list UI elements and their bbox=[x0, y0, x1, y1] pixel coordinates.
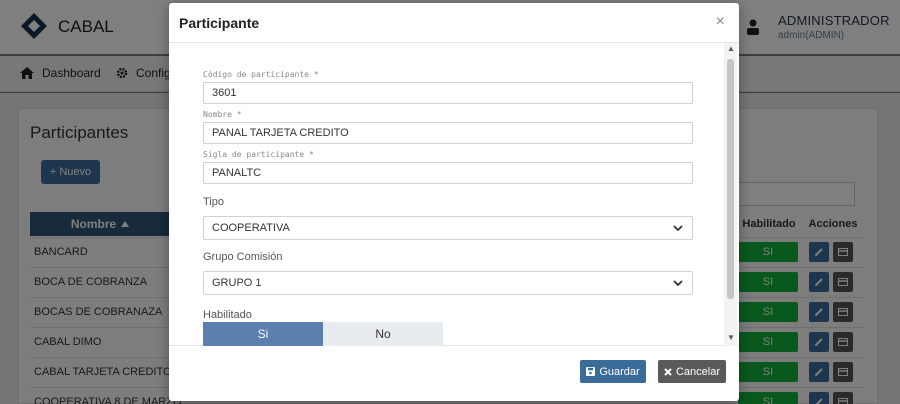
save-button-label: Guardar bbox=[599, 365, 640, 378]
cancel-button-label: Cancelar bbox=[675, 365, 721, 378]
close-icon bbox=[664, 367, 672, 376]
participant-modal: Participante × ▲ ▼ Código de participant… bbox=[169, 3, 739, 401]
sigla-label: Sigla de participante * bbox=[203, 150, 314, 159]
floppy-disk-icon bbox=[586, 367, 596, 376]
close-icon[interactable]: × bbox=[716, 13, 725, 31]
grupo-label: Grupo Comisión bbox=[203, 251, 283, 263]
codigo-label: Código de participante * bbox=[203, 70, 319, 79]
tipo-select-value: COOPERATIVA bbox=[212, 222, 290, 234]
grupo-select-value: GRUPO 1 bbox=[212, 277, 262, 289]
chevron-down-icon bbox=[673, 225, 683, 232]
scroll-down-arrow-icon[interactable]: ▼ bbox=[727, 333, 735, 342]
nombre-label: Nombre * bbox=[203, 110, 242, 119]
chevron-down-icon bbox=[673, 280, 683, 287]
cancel-button[interactable]: Cancelar bbox=[658, 360, 726, 383]
sigla-input[interactable]: PANALTC bbox=[203, 162, 693, 184]
save-button[interactable]: Guardar bbox=[580, 360, 646, 383]
grupo-select[interactable]: GRUPO 1 bbox=[203, 271, 693, 295]
modal-scrollbar-thumb[interactable] bbox=[727, 59, 734, 299]
habilitado-toggle: Si No bbox=[203, 322, 443, 346]
scroll-up-arrow-icon[interactable]: ▲ bbox=[727, 44, 735, 53]
codigo-input[interactable]: 3601 bbox=[203, 82, 693, 104]
habilitado-label: Habilitado bbox=[203, 309, 252, 321]
tipo-select[interactable]: COOPERATIVA bbox=[203, 216, 693, 240]
modal-title: Participante bbox=[179, 15, 260, 31]
modal-header: Participante × bbox=[169, 3, 739, 43]
nombre-input[interactable]: PANAL TARJETA CREDITO bbox=[203, 122, 693, 144]
habilitado-si-option[interactable]: Si bbox=[203, 322, 323, 346]
tipo-label: Tipo bbox=[203, 196, 224, 208]
habilitado-no-option[interactable]: No bbox=[323, 322, 443, 346]
